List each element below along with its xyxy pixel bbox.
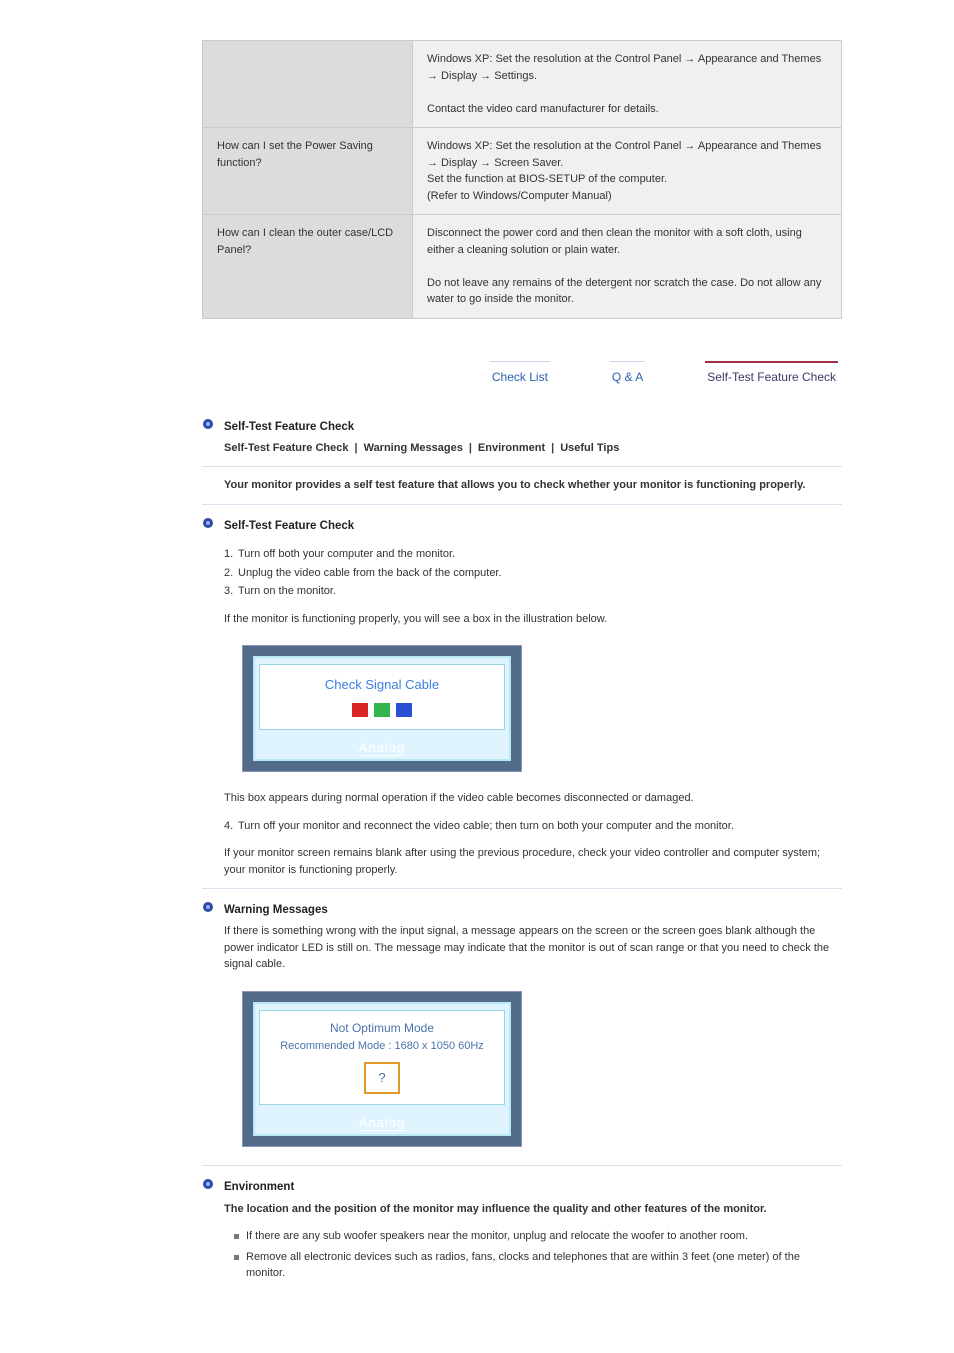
qa-answer-text: Windows XP: Set the resolution at the Co… xyxy=(427,53,821,82)
list-item: 4.Turn off your monitor and reconnect th… xyxy=(224,818,842,835)
section-sublinks: Self-Test Feature Check | Warning Messag… xyxy=(224,440,842,457)
table-row: How can I clean the outer case/LCD Panel… xyxy=(203,215,842,319)
divider xyxy=(202,1165,842,1166)
osd-question-box: ? xyxy=(364,1062,399,1094)
qa-answer: Windows XP: Set the resolution at the Co… xyxy=(413,128,842,215)
separator: | xyxy=(551,440,554,457)
section-heading: Environment xyxy=(224,1179,294,1196)
qa-table: Windows XP: Set the resolution at the Co… xyxy=(202,40,842,319)
qa-question: How can I clean the outer case/LCD Panel… xyxy=(203,215,413,319)
green-square-icon xyxy=(374,703,390,717)
section-heading: Warning Messages xyxy=(224,902,328,919)
bullet-icon xyxy=(202,418,214,430)
tabs-row: Check List Q & A Self-Test Feature Check xyxy=(202,361,842,390)
bullet-icon xyxy=(202,901,214,913)
divider xyxy=(202,504,842,505)
osd-line2: Recommended Mode : 1680 x 1050 60Hz xyxy=(266,1038,498,1055)
qa-question: How can I set the Power Saving function? xyxy=(203,128,413,215)
osd-analog-label: Analog xyxy=(259,1111,505,1133)
tab-q-and-a[interactable]: Q & A xyxy=(610,361,645,390)
qa-answer-note: Contact the video card manufacturer for … xyxy=(427,103,659,115)
list-item: 3.Turn on the monitor. xyxy=(224,583,842,600)
step-desc: If the monitor is functioning properly, … xyxy=(224,611,842,628)
table-row: Windows XP: Set the resolution at the Co… xyxy=(203,41,842,128)
sublink-self-test[interactable]: Self-Test Feature Check xyxy=(224,440,349,457)
env-bullets: If there are any sub woofer speakers nea… xyxy=(234,1228,842,1282)
warning-desc: If there is something wrong with the inp… xyxy=(224,923,842,973)
sublink-warning[interactable]: Warning Messages xyxy=(364,440,463,457)
separator: | xyxy=(469,440,472,457)
section-heading: Self-Test Feature Check xyxy=(224,518,354,535)
section-heading: Self-Test Feature Check xyxy=(224,419,354,436)
qa-answer: Windows XP: Set the resolution at the Co… xyxy=(413,41,842,128)
qa-question xyxy=(203,41,413,128)
list-item: 1.Turn off both your computer and the mo… xyxy=(224,546,842,563)
osd-message: Check Signal Cable xyxy=(266,675,498,695)
env-desc: The location and the position of the mon… xyxy=(224,1201,842,1218)
list-item: Remove all electronic devices such as ra… xyxy=(234,1249,842,1282)
step-desc: If your monitor screen remains blank aft… xyxy=(224,845,842,878)
separator: | xyxy=(355,440,358,457)
bullet-icon xyxy=(202,517,214,529)
divider xyxy=(202,888,842,889)
sublink-environment[interactable]: Environment xyxy=(478,440,545,457)
blue-square-icon xyxy=(396,703,412,717)
intro-desc: Your monitor provides a self test featur… xyxy=(224,477,842,494)
steps-list-2: 4.Turn off your monitor and reconnect th… xyxy=(224,818,842,835)
osd-check-signal: Check Signal Cable Analog xyxy=(242,645,522,772)
bullet-icon xyxy=(202,1178,214,1190)
section-environment: Environment The location and the positio… xyxy=(202,1176,842,1281)
tab-self-test[interactable]: Self-Test Feature Check xyxy=(705,361,838,390)
tab-check-list[interactable]: Check List xyxy=(490,361,550,390)
section-warning: Warning Messages If there is something w… xyxy=(202,899,842,1166)
osd-analog-label: Analog xyxy=(259,736,505,758)
red-square-icon xyxy=(352,703,368,717)
osd-line1: Not Optimum Mode xyxy=(266,1019,498,1037)
osd-not-optimum: Not Optimum Mode Recommended Mode : 1680… xyxy=(242,991,522,1148)
section-self-test-intro: Self-Test Feature Check Self-Test Featur… xyxy=(202,416,842,505)
list-item: If there are any sub woofer speakers nea… xyxy=(234,1228,842,1245)
step-desc: This box appears during normal operation… xyxy=(224,790,842,807)
list-item: 2.Unplug the video cable from the back o… xyxy=(224,565,842,582)
qa-answer: Disconnect the power cord and then clean… xyxy=(413,215,842,319)
section-self-test-steps: Self-Test Feature Check 1.Turn off both … xyxy=(202,515,842,889)
steps-list: 1.Turn off both your computer and the mo… xyxy=(224,546,842,600)
table-row: How can I set the Power Saving function?… xyxy=(203,128,842,215)
sublink-tips[interactable]: Useful Tips xyxy=(560,440,619,457)
rgb-squares xyxy=(266,703,498,717)
divider xyxy=(202,466,842,467)
